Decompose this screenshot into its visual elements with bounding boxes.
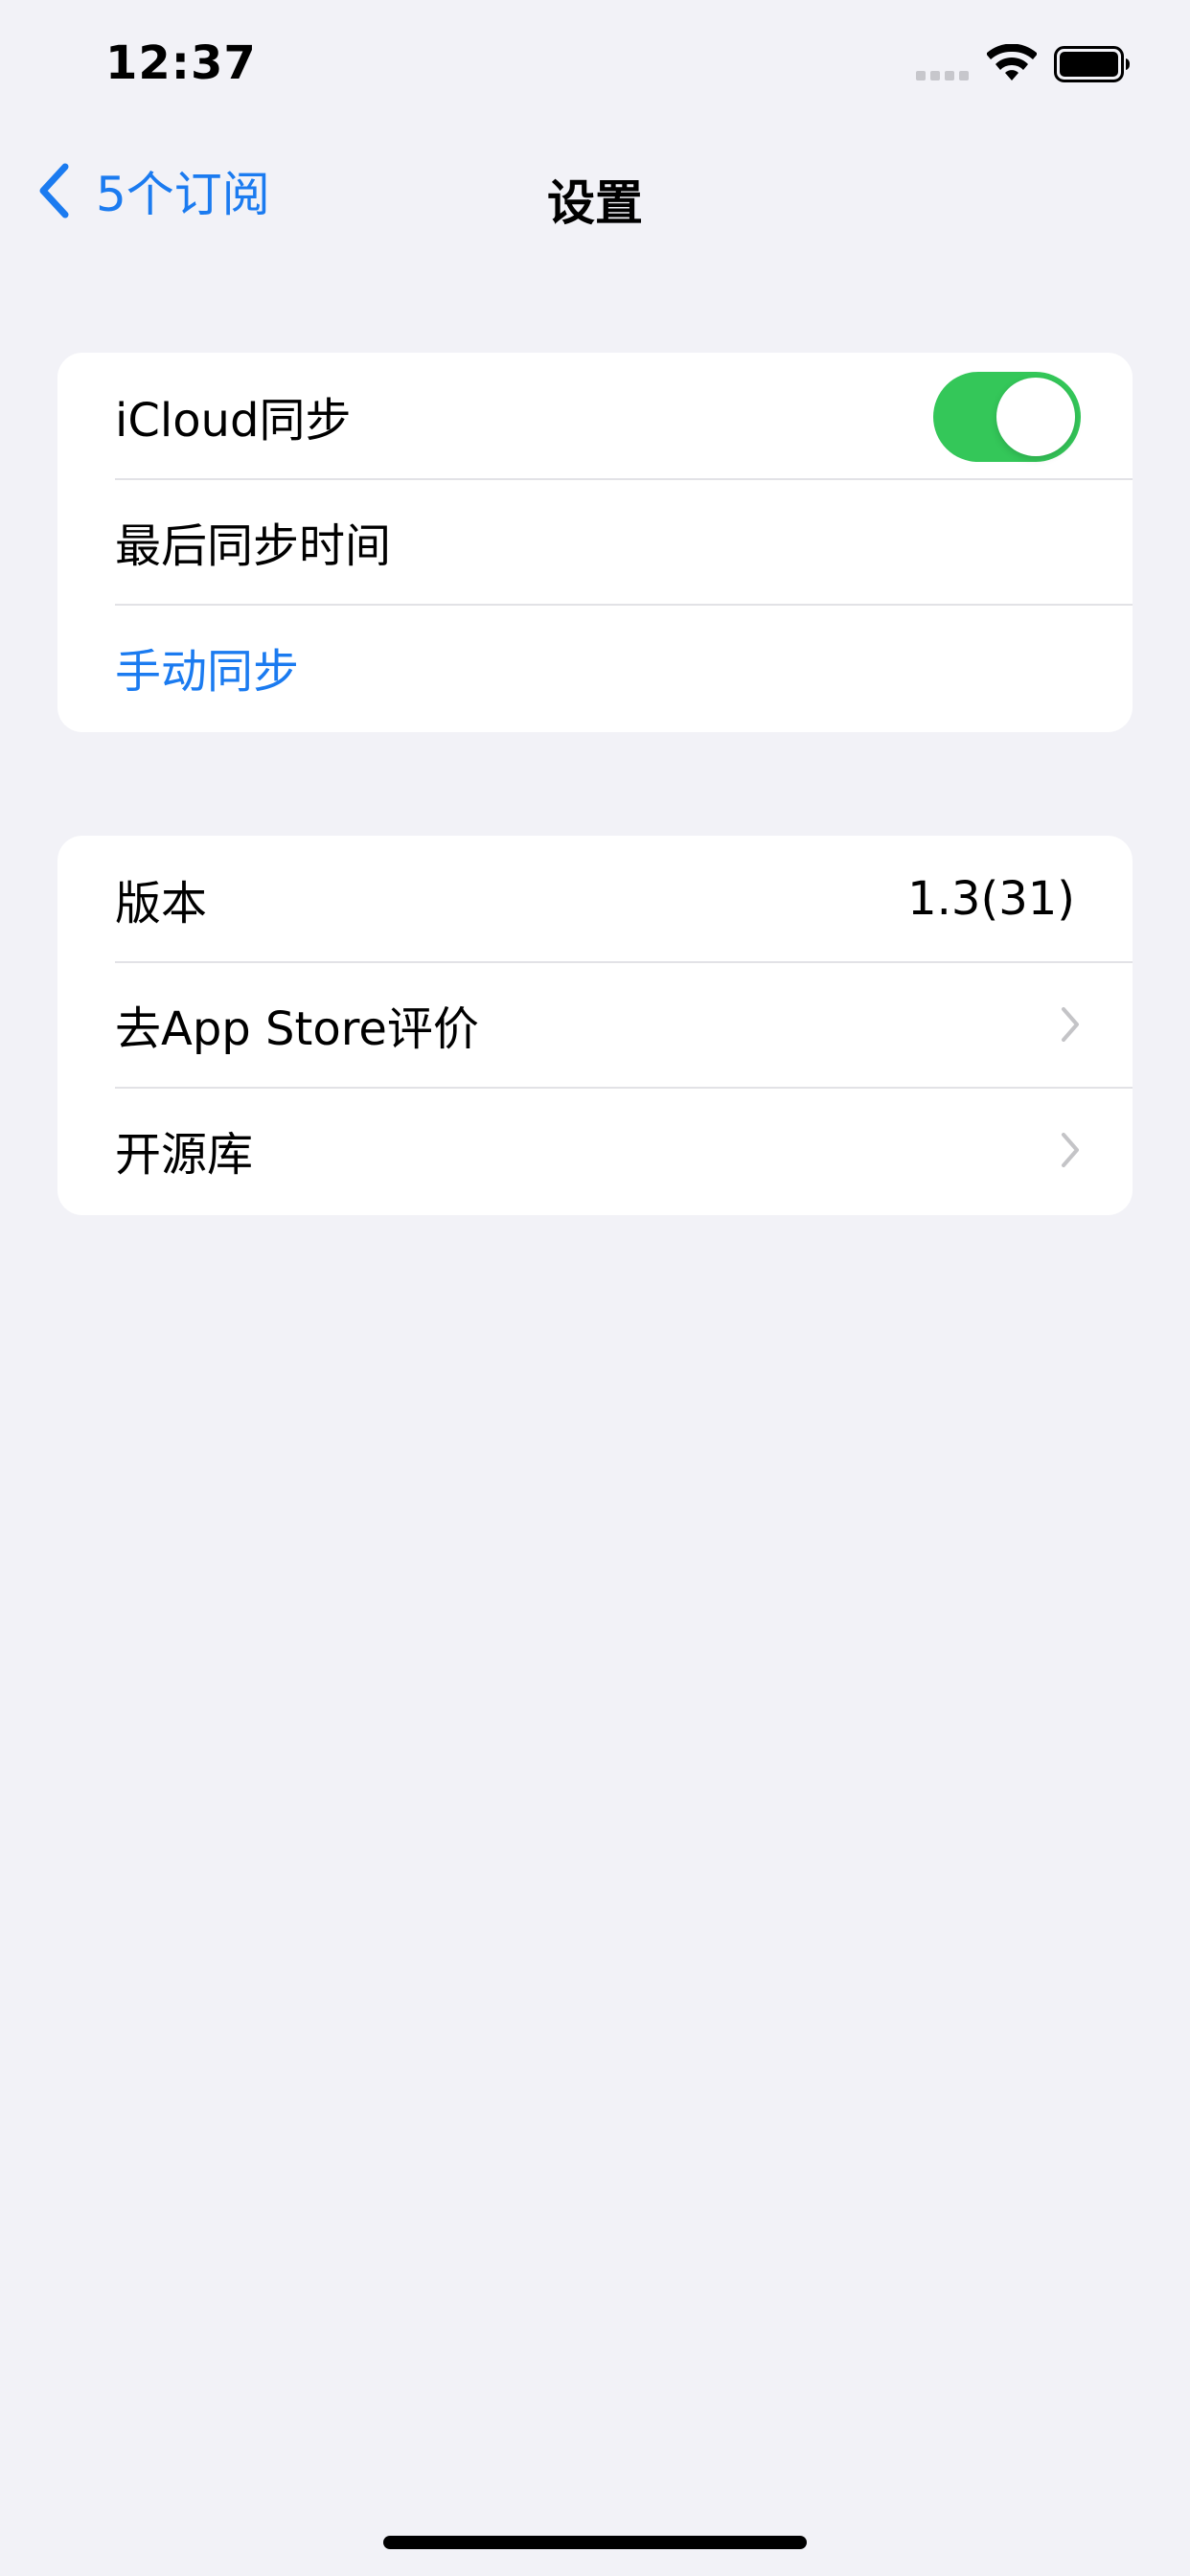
version-label: 版本 (115, 876, 208, 931)
icloud-sync-label: iCloud同步 (115, 393, 352, 448)
status-time: 12:37 (105, 36, 257, 90)
row-version: 版本 1.3(31) (57, 836, 1133, 961)
toggle-knob (996, 378, 1075, 456)
manual-sync-button[interactable]: 手动同步 (57, 604, 1133, 729)
battery-icon (1054, 46, 1130, 82)
manual-sync-label: 手动同步 (115, 644, 300, 699)
about-settings-group: 版本 1.3(31) 去App Store评价 开源库 (57, 836, 1133, 1215)
row-rate-app-store[interactable]: 去App Store评价 (57, 961, 1133, 1087)
cellular-signal-icon (916, 71, 970, 80)
row-last-sync-time: 最后同步时间 (57, 478, 1133, 604)
last-sync-time-label: 最后同步时间 (115, 518, 392, 573)
row-icloud-sync: iCloud同步 (57, 353, 1133, 478)
back-button-label: 5个订阅 (96, 167, 270, 222)
icloud-settings-group: iCloud同步 最后同步时间 手动同步 (57, 353, 1133, 732)
chevron-right-icon (1062, 1006, 1079, 1042)
navigation-bar: 设置 5个订阅 (0, 144, 1190, 240)
row-open-source-libraries[interactable]: 开源库 (57, 1087, 1133, 1212)
version-value: 1.3(31) (907, 871, 1075, 926)
icloud-sync-toggle[interactable] (933, 372, 1081, 462)
settings-screen: 12:37 设置 5个订阅 iCloud同步 最后同步时间 手动同步 版本 1.… (0, 0, 1190, 2576)
wifi-icon (987, 44, 1037, 80)
rate-app-store-label: 去App Store评价 (115, 1001, 479, 1056)
open-source-libraries-label: 开源库 (115, 1127, 254, 1182)
status-bar: 12:37 (0, 0, 1190, 125)
chevron-left-icon (39, 163, 69, 218)
back-button[interactable]: 5个订阅 (36, 157, 270, 224)
home-indicator[interactable] (383, 2536, 807, 2549)
chevron-right-icon (1062, 1132, 1079, 1167)
